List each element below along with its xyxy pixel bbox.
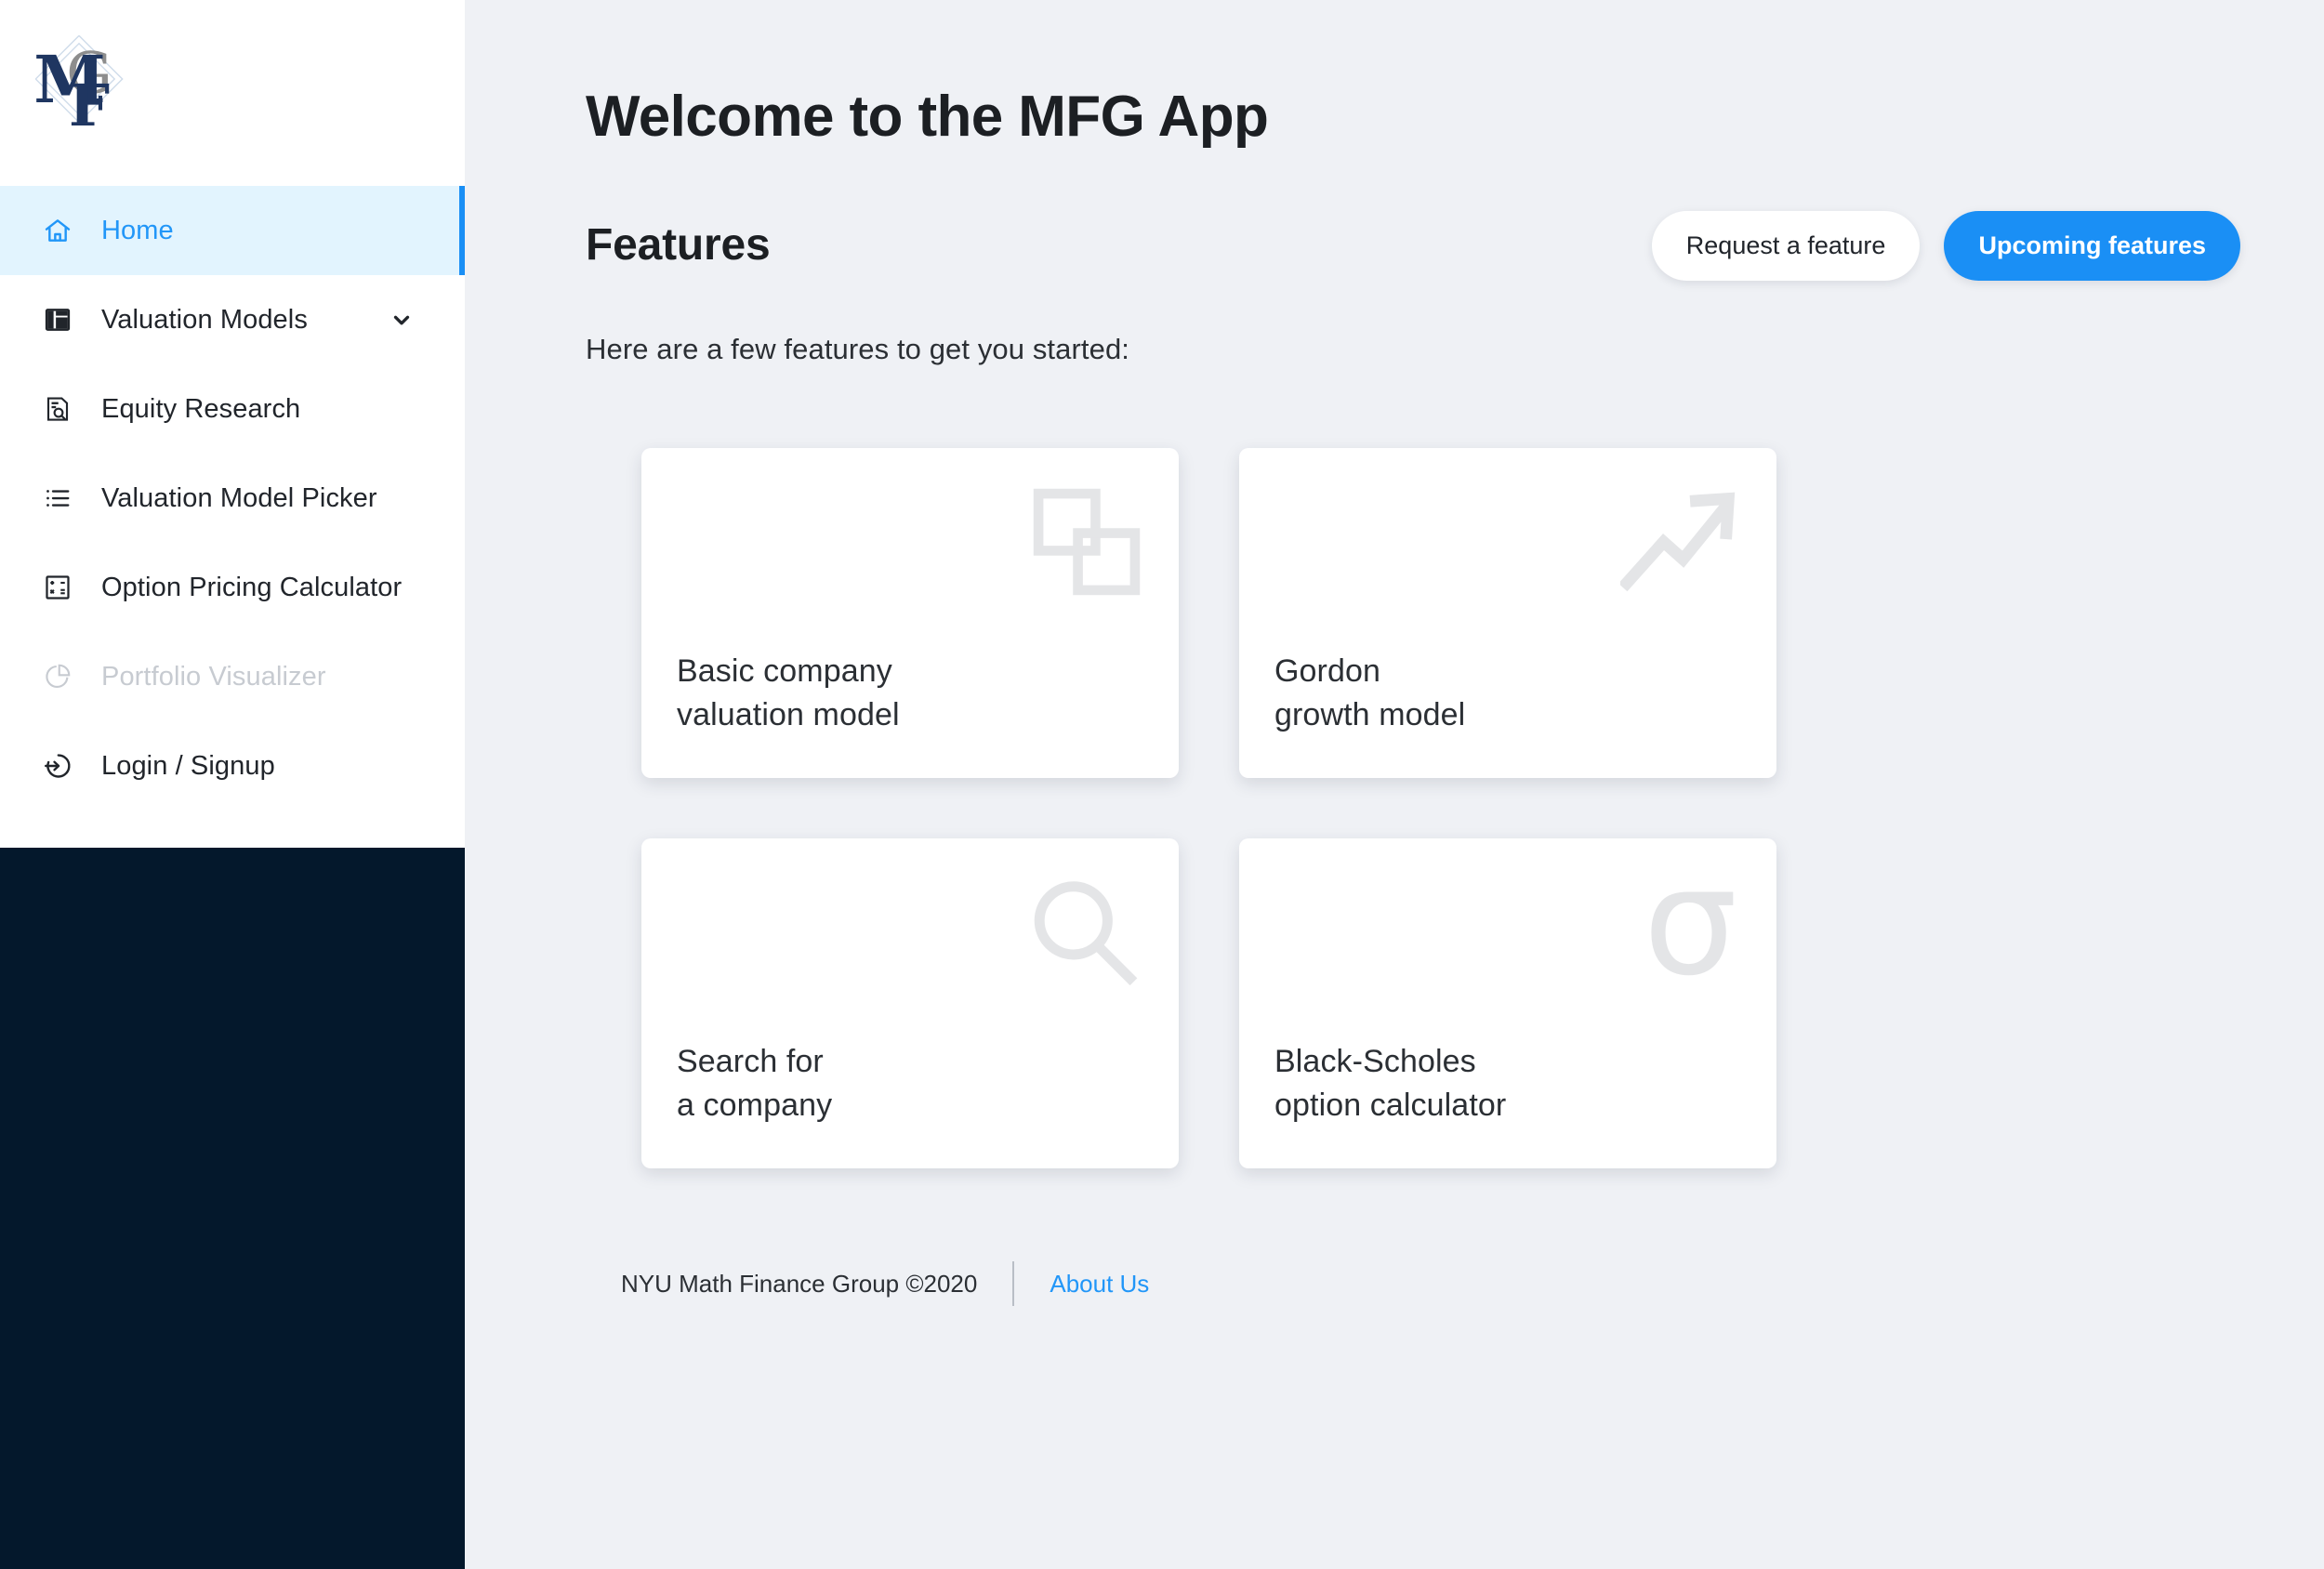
sidebar-item-label-equity-research: Equity Research xyxy=(101,393,301,424)
sidebar-item-label-option-pricing-calculator: Option Pricing Calculator xyxy=(101,572,403,602)
feature-card-label: Search for a company xyxy=(677,1040,832,1127)
sidebar-item-label-home: Home xyxy=(101,215,174,245)
main-content: Welcome to the MFG App Features Request … xyxy=(465,0,2324,1569)
sidebar-nav: Home Valuation Models Equity Research Va… xyxy=(0,186,465,848)
sidebar-dark-panel xyxy=(0,848,465,1569)
feature-card-line1: Gordon xyxy=(1274,653,1381,690)
feature-card-label: Basic company valuation model xyxy=(677,650,900,737)
feature-card-line1: Basic company xyxy=(677,653,892,690)
pie-chart-icon xyxy=(42,661,73,692)
feature-card-label: Gordon growth model xyxy=(1274,650,1465,737)
feature-card-label: Black-Scholes option calculator xyxy=(1274,1040,1506,1127)
sidebar-item-option-pricing-calculator[interactable]: Option Pricing Calculator xyxy=(0,543,465,632)
feature-card-basic-company-valuation-model[interactable]: Basic company valuation model xyxy=(641,448,1179,779)
chevron-down-icon[interactable] xyxy=(390,308,414,332)
feature-card-line1: Search for xyxy=(677,1044,824,1080)
calculator-icon xyxy=(42,572,73,603)
feature-card-line1: Black-Scholes xyxy=(1274,1044,1476,1080)
sidebar-item-valuation-models[interactable]: Valuation Models xyxy=(0,275,465,364)
mfg-logo-icon: G M F xyxy=(33,33,152,152)
features-header-row: Features Request a feature Upcoming feat… xyxy=(586,211,2268,282)
feature-card-line2: a company xyxy=(677,1088,833,1124)
features-lead-text: Here are a few features to get you start… xyxy=(586,333,1130,366)
footer-divider xyxy=(1012,1261,1015,1307)
sidebar-item-label-valuation-models: Valuation Models xyxy=(101,304,308,335)
sidebar-item-equity-research[interactable]: Equity Research xyxy=(0,364,465,454)
page-title: Welcome to the MFG App xyxy=(586,85,1269,149)
about-us-link[interactable]: About Us xyxy=(1050,1270,1149,1299)
document-search-icon xyxy=(42,393,73,425)
upcoming-features-button[interactable]: Upcoming features xyxy=(1944,211,2240,282)
feature-card-gordon-growth-model[interactable]: Gordon growth model xyxy=(1239,448,1776,779)
feature-card-search-for-a-company[interactable]: Search for a company xyxy=(641,838,1179,1169)
app-root: G M F Home Valuation Models Equity Resea… xyxy=(0,0,2324,1569)
trending-up-arrow-icon xyxy=(1620,487,1739,597)
sidebar-item-portfolio-visualizer[interactable]: Portfolio Visualizer xyxy=(0,632,465,721)
sidebar: G M F Home Valuation Models Equity Resea… xyxy=(0,0,465,1569)
sidebar-item-valuation-model-picker[interactable]: Valuation Model Picker xyxy=(0,454,465,543)
footer: NYU Math Finance Group ©2020 About Us xyxy=(621,1261,2268,1307)
sidebar-item-home[interactable]: Home xyxy=(0,186,465,275)
feature-card-line2: option calculator xyxy=(1274,1088,1507,1124)
footer-copyright: NYU Math Finance Group ©2020 xyxy=(621,1269,978,1298)
sidebar-item-login-signup[interactable]: Login / Signup xyxy=(0,721,465,811)
list-icon xyxy=(42,482,73,514)
sidebar-logo[interactable]: G M F xyxy=(0,0,465,186)
feature-buttons-group: Request a feature Upcoming features xyxy=(1651,211,2240,282)
layout-panel-icon xyxy=(42,304,73,336)
magnifier-icon xyxy=(1028,877,1142,991)
login-icon xyxy=(42,750,73,782)
sidebar-item-label-portfolio-visualizer: Portfolio Visualizer xyxy=(101,661,326,692)
sidebar-item-label-valuation-model-picker: Valuation Model Picker xyxy=(101,482,377,513)
home-icon xyxy=(42,215,73,246)
sigma-icon: σ xyxy=(1643,838,1737,1009)
svg-text:F: F xyxy=(69,72,110,139)
feature-card-line2: valuation model xyxy=(677,697,900,733)
feature-cards-grid: Basic company valuation model Gordon gro… xyxy=(641,448,2268,1169)
feature-card-black-scholes-option-calculator[interactable]: σ Black-Scholes option calculator xyxy=(1239,838,1776,1169)
section-title-features: Features xyxy=(586,220,771,270)
feature-card-line2: growth model xyxy=(1274,697,1466,733)
overlapping-squares-icon xyxy=(1032,487,1142,597)
sidebar-item-label-login-signup: Login / Signup xyxy=(101,750,275,781)
request-a-feature-button[interactable]: Request a feature xyxy=(1651,211,1921,282)
